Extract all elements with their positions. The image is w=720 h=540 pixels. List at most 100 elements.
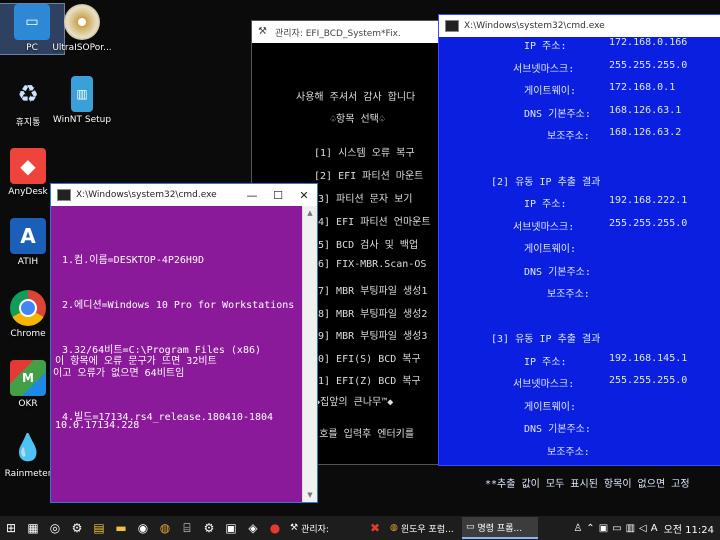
tray-icon-person[interactable]: ♙ <box>573 523 582 534</box>
scroll-down-icon[interactable]: ▼ <box>303 488 317 502</box>
build-version-line: 10.0.17134.228 <box>55 420 140 431</box>
efi-menu-item: 1] EFI(Z) BCD 복구 <box>318 376 421 387</box>
ime-indicator[interactable]: A <box>651 523 658 534</box>
secondary-dns-value: 168.126.63.2 <box>609 127 682 138</box>
efi-menu-item: 7] MBR 부팅파일 생성1 <box>318 286 428 297</box>
clock[interactable]: 오전 11:24 <box>664 521 714 536</box>
blue-cmd-title: X:\Windows\system32\cmd.exe <box>464 21 605 31</box>
chevron-up-icon[interactable]: ⌃ <box>586 523 594 534</box>
desktop-icon-label: UltraISOPor... <box>52 43 112 53</box>
ip-value: 192.168.145.1 <box>609 353 688 364</box>
cmd-icon <box>445 20 459 32</box>
tools-icon: ⚒ <box>290 523 299 533</box>
efi-window-console: 사용해 주셔서 감사 합니다 ♤항목 선택♤ [1] 시스템 오류 복구 [2]… <box>252 43 442 440</box>
efi-window-titlebar[interactable]: ⚒ 관리자: EFI_BCD_System*Fix. <box>252 21 442 43</box>
purple-cmd-titlebar[interactable]: X:\Windows\system32\cmd.exe — ☐ ✕ <box>51 184 317 206</box>
cmd-icon <box>57 189 71 201</box>
taskbar-icon-disk[interactable]: ◉ <box>132 516 154 540</box>
network-icon[interactable]: ▥ <box>626 523 635 534</box>
subnet-value: 255.255.255.0 <box>609 60 688 71</box>
taskbar-icon-close-red[interactable]: ✖ <box>364 516 386 540</box>
computer-name-line: 1.컴.이름=DESKTOP-4P26H9D <box>62 255 204 266</box>
subnet-label: 서브넷마스크: <box>513 379 575 390</box>
volume-icon[interactable]: ◁ <box>639 523 647 534</box>
taskbar-icon-cube[interactable]: ◈ <box>242 516 264 540</box>
taskbar-icon-grid[interactable]: ▦ <box>22 516 44 540</box>
taskbar-icon-ball[interactable]: ● <box>264 516 286 540</box>
efi-menu-item: 8] MBR 부팅파일 생성2 <box>318 309 428 320</box>
taskbar-icon-lifebuoy[interactable]: ◎ <box>44 516 66 540</box>
taskbar-icon-chrome[interactable]: ◍ <box>154 516 176 540</box>
efi-prompt: 번호를 입력후 엔터키를 <box>310 429 415 440</box>
recycle-bin-icon: ♻ <box>17 80 39 108</box>
efi-credit: ◆집앞의 큰나무™◆ <box>314 397 394 408</box>
raindrop-icon: 💧 <box>11 433 45 463</box>
vertical-scrollbar[interactable]: ▲ ▼ <box>302 206 317 502</box>
edition-line: 2.에디션=Windows 10 Pro for Workstations <box>62 300 295 311</box>
gateway-value: 172.168.0.1 <box>609 82 676 93</box>
scroll-up-icon[interactable]: ▲ <box>303 206 317 220</box>
taskbar-icon-explorer[interactable]: ▬ <box>110 516 132 540</box>
ip-info-cmd-window[interactable]: X:\Windows\system32\cmd.exe IP 주소: 172.1… <box>438 14 720 490</box>
subnet-value: 255.255.255.0 <box>609 375 688 386</box>
maximize-button[interactable]: ☐ <box>265 189 291 202</box>
taskbar-button-chrome[interactable]: ◍ 윈도우 포럼... <box>386 517 462 539</box>
dns-label: DNS 기본주소: <box>524 267 591 278</box>
subnet-label: 서브넷마스크: <box>513 222 575 233</box>
ip-value: 172.168.0.166 <box>609 37 688 48</box>
efi-menu-item: [1] 시스템 오류 복구 <box>314 148 415 159</box>
tray-icon-app[interactable]: ▣ <box>599 523 608 534</box>
ip-label: IP 주소: <box>524 357 567 368</box>
footer-note: **추출 값이 모두 표시된 항목이 없으면 고정 <box>485 479 690 490</box>
ip-label: IP 주소: <box>524 199 567 210</box>
dns-label: DNS 기본주소: <box>524 109 591 120</box>
efi-menu-item: [2] EFI 파티션 마운트 <box>314 171 424 182</box>
efi-menu-item: 4] EFI 파티션 언마운트 <box>318 217 431 228</box>
efi-menu-item: 3] 파티션 문자 보기 <box>318 194 413 205</box>
desktop-icon-ultraiso[interactable]: UltraISOPor... <box>50 4 114 53</box>
efi-line: 사용해 주셔서 감사 합니다 <box>296 92 416 103</box>
chrome-icon <box>10 290 46 326</box>
system-info-cmd-window[interactable]: X:\Windows\system32\cmd.exe — ☐ ✕ 1.컴.이름… <box>50 183 318 503</box>
taskbar-icon-network[interactable]: ⌸ <box>176 516 198 540</box>
taskbar-button-cmd[interactable]: ▭ 명령 프롬... <box>462 517 538 539</box>
taskbar-icon-tool[interactable]: ⚙ <box>66 516 88 540</box>
efi-window-title: 관리자: EFI_BCD_System*Fix. <box>275 28 401 39</box>
taskbar-button-label: 윈도우 포럼... <box>400 524 454 535</box>
gateway-label: 게이트웨이: <box>524 244 577 255</box>
secondary-dns-label: 보조주소: <box>547 289 590 300</box>
efi-menu-item: 6] FIX-MBR.Scan-OS <box>318 259 427 270</box>
blue-cmd-titlebar[interactable]: X:\Windows\system32\cmd.exe <box>439 15 720 37</box>
secondary-dns-label: 보조주소: <box>547 131 590 142</box>
desktop-icon-label: WinNT Setup <box>52 115 112 125</box>
minimize-button[interactable]: — <box>239 189 265 202</box>
efi-menu-item: 9] MBR 부팅파일 생성3 <box>318 331 428 342</box>
anydesk-icon: ◆ <box>10 148 46 184</box>
subnet-value: 255.255.255.0 <box>609 218 688 229</box>
tray-icon-monitor[interactable]: ▭ <box>612 523 621 534</box>
secondary-dns-label: 보조주소: <box>547 447 590 458</box>
okr-icon: M <box>10 360 46 396</box>
bitness-note-line: 이고 오류가 없으면 64비트임 <box>53 368 185 379</box>
close-button[interactable]: ✕ <box>291 189 317 202</box>
efi-menu-item: 5] BCD 검사 및 백업 <box>318 240 419 251</box>
taskbar-icon-settings[interactable]: ⚙ <box>198 516 220 540</box>
taskbar-button-admin[interactable]: ⚒ 관리자: <box>286 517 364 539</box>
disc-icon <box>64 4 100 40</box>
gateway-label: 게이트웨이: <box>524 86 577 97</box>
taskbar-icon-files[interactable]: ▤ <box>88 516 110 540</box>
start-button[interactable]: ⊞ <box>0 516 22 540</box>
taskbar-button-label: 명령 프롬... <box>477 523 523 534</box>
efi-line: ♤항목 선택♤ <box>330 114 385 125</box>
winnt-setup-icon: ▥ <box>71 76 93 112</box>
dns-value: 168.126.63.1 <box>609 105 682 116</box>
efi-menu-item: 0] EFI(S) BCD 복구 <box>318 354 421 365</box>
taskbar-icon-app[interactable]: ▣ <box>220 516 242 540</box>
system-tray: ♙ ⌃ ▣ ▭ ▥ ◁ A 오전 11:24 <box>571 516 720 540</box>
desktop-icon-winnt-setup[interactable]: ▥ WinNT Setup <box>50 76 114 125</box>
pc-icon: ▭ <box>14 4 50 40</box>
cmd-icon: ▭ <box>466 522 475 532</box>
acronis-icon: A <box>10 218 46 254</box>
chrome-icon: ◍ <box>390 523 398 533</box>
subnet-label: 서브넷마스크: <box>513 64 575 75</box>
